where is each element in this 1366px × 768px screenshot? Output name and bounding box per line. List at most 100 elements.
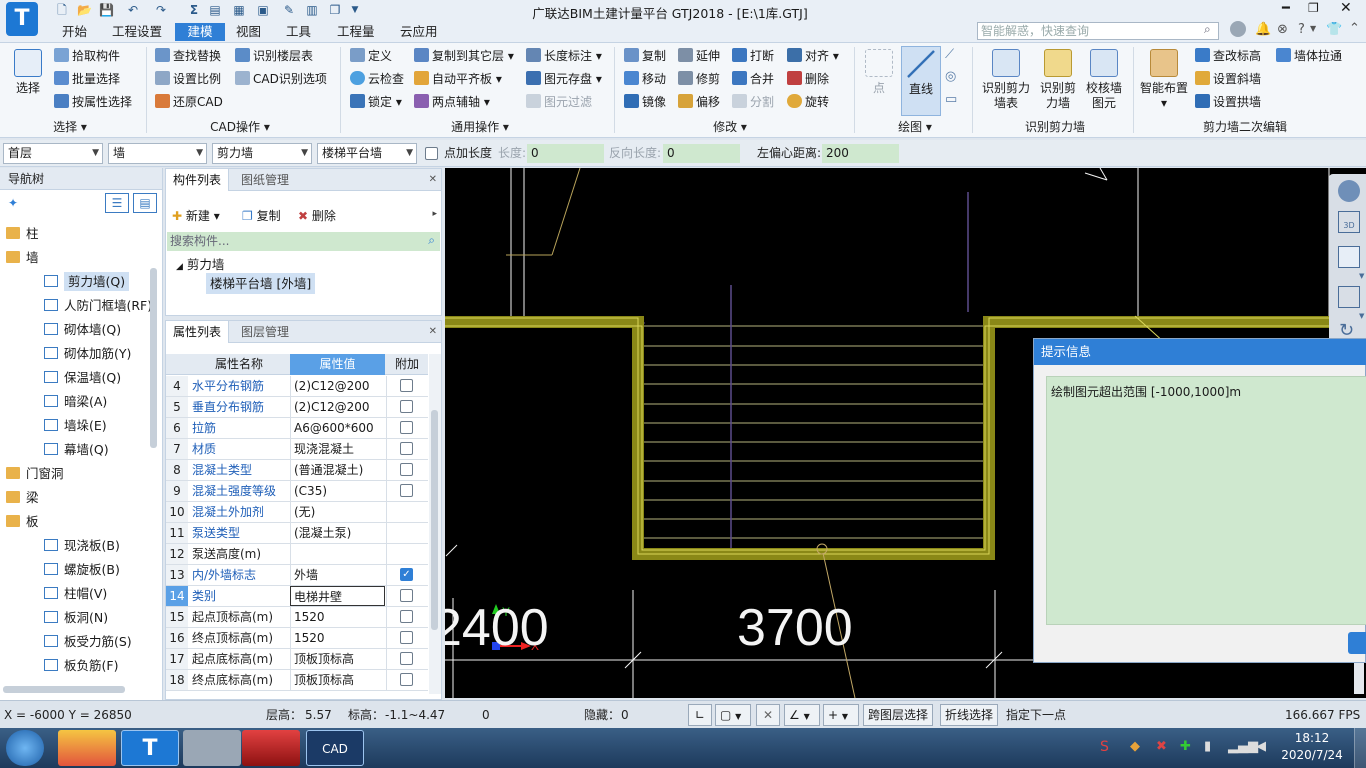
redo-icon[interactable]: ↷	[154, 3, 168, 17]
two-point-axis-button[interactable]: 两点辅轴 ▾	[414, 92, 490, 112]
table-row[interactable]: 11 泵送类型 (混凝土泵)	[166, 523, 428, 544]
reverse-length-field[interactable]: 0	[663, 144, 740, 163]
view-dropdown-icon[interactable]: ▼	[1359, 272, 1364, 280]
attribute-value[interactable]: (无)	[290, 502, 385, 522]
define-button[interactable]: 定义	[350, 46, 392, 66]
attribute-value[interactable]: 电梯井壁	[290, 586, 385, 606]
circle-tool-icon[interactable]: ◎	[945, 69, 956, 84]
taskbar-calculator-icon[interactable]	[183, 730, 241, 766]
break-button[interactable]: 打断	[732, 46, 774, 66]
subtype-select[interactable]: 剪力墙 ▼	[212, 143, 312, 164]
trim-button[interactable]: 修剪	[678, 69, 720, 89]
copy-component-button[interactable]: ❐ 复制	[242, 206, 281, 226]
tray-update-icon[interactable]: ✚	[1180, 739, 1191, 754]
table-row[interactable]: 5 垂直分布钢筋 (2)C12@200	[166, 397, 428, 418]
attr-scrollbar-thumb[interactable]	[431, 410, 438, 630]
recognize-floor-table-button[interactable]: 识别楼层表	[235, 46, 313, 66]
skin-icon[interactable]: 👕	[1326, 22, 1342, 37]
extra-checkbox[interactable]	[400, 673, 413, 686]
delete-component-button[interactable]: ✖ 删除	[298, 206, 336, 226]
nav-item[interactable]: 板受力筋(S)	[0, 630, 150, 654]
table-row[interactable]: 6 拉筋 A6@600*600	[166, 418, 428, 439]
minimize-button[interactable]: ━	[1282, 1, 1290, 16]
floor-select[interactable]: 首层 ▼	[3, 143, 103, 164]
start-button[interactable]	[6, 730, 44, 766]
select-by-attr-button[interactable]: 按属性选择	[54, 92, 132, 112]
offset-field[interactable]: 200	[822, 144, 899, 163]
table-row[interactable]: 13 内/外墙标志 外墙 ✓	[166, 565, 428, 586]
help-icon[interactable]: ?	[1298, 22, 1305, 37]
extend-button[interactable]: 延伸	[678, 46, 720, 66]
cloud-check-button[interactable]: 云检查	[350, 69, 404, 89]
menu-cloud[interactable]: 云应用	[392, 23, 446, 41]
dialog-ok-button[interactable]	[1348, 632, 1366, 654]
nav-item[interactable]: 人防门框墙(RF)	[0, 294, 152, 318]
copy-button[interactable]: 复制	[624, 46, 666, 66]
smart-layout-button[interactable]: 智能布置 ▾	[1138, 49, 1190, 111]
attribute-value[interactable]: 顶板顶标高	[290, 670, 385, 690]
delete-button[interactable]: 删除	[787, 69, 829, 89]
attribute-value[interactable]: 1520	[290, 607, 385, 627]
close-icon[interactable]: ✕	[429, 321, 437, 343]
set-slant-wall-button[interactable]: 设置斜墙	[1195, 69, 1261, 89]
show-desktop-button[interactable]	[1354, 728, 1366, 768]
set-arch-wall-button[interactable]: 设置拱墙	[1195, 92, 1261, 112]
attribute-value[interactable]: A6@600*600	[290, 418, 385, 438]
length-field[interactable]: 0	[527, 144, 604, 163]
attribute-value[interactable]: 1520	[290, 628, 385, 648]
menu-quantity[interactable]: 工程量	[329, 23, 383, 41]
taskbar-autocad-icon[interactable]	[242, 730, 300, 766]
quick-access-dropdown-icon[interactable]: ▼	[348, 3, 362, 17]
extra-checkbox[interactable]	[400, 484, 413, 497]
table-row[interactable]: 8 混凝土类型 (普通混凝土)	[166, 460, 428, 481]
3d-view-icon[interactable]: 3D	[1338, 211, 1360, 233]
set-scale-button[interactable]: 设置比例	[155, 69, 221, 89]
align-button[interactable]: 对齐 ▾	[787, 46, 839, 66]
extra-checkbox[interactable]	[400, 400, 413, 413]
edit-icon[interactable]: ✎	[282, 3, 296, 17]
bell-icon[interactable]: 🔔	[1255, 22, 1271, 37]
group-cad-label[interactable]: CAD操作 ▾	[190, 119, 290, 135]
extra-checkbox[interactable]: ✓	[400, 568, 413, 581]
nav-item[interactable]: 板负筋(F)	[0, 654, 150, 678]
group-select-label[interactable]: 选择 ▾	[30, 119, 110, 135]
cad-options-button[interactable]: CAD识别选项	[235, 69, 327, 89]
attribute-value[interactable]: 顶板顶标高	[290, 649, 385, 669]
nav-item[interactable]: 砌体加筋(Y)	[0, 342, 150, 366]
nav-item[interactable]: 梁	[0, 486, 150, 510]
nav-scrollbar[interactable]	[150, 268, 157, 448]
extra-checkbox[interactable]	[400, 652, 413, 665]
nav-item[interactable]: 螺旋板(B)	[0, 558, 150, 582]
close-icon[interactable]: ✕	[429, 169, 437, 191]
taskbar-cad-viewer-icon[interactable]: CAD	[306, 730, 364, 766]
dynamic-input-toggle[interactable]: ✕	[756, 704, 780, 726]
new-file-icon[interactable]: 🗋	[55, 3, 69, 17]
copy-icon[interactable]: ❐	[328, 3, 342, 17]
table-row[interactable]: 15 起点顶标高(m) 1520	[166, 607, 428, 628]
offset-button[interactable]: 偏移	[678, 92, 720, 112]
ribbon-collapse-icon[interactable]: ⌃	[1349, 21, 1360, 36]
extra-checkbox[interactable]	[400, 379, 413, 392]
extra-checkbox[interactable]	[400, 463, 413, 476]
pin-icon[interactable]: ✦	[8, 196, 18, 210]
nav-item[interactable]: 墙垛(E)	[0, 414, 150, 438]
angle-toggle[interactable]: ∠ ▼	[784, 704, 820, 726]
snap-toggle[interactable]: ▢ ▼	[715, 704, 751, 726]
recognize-wall-button[interactable]: 识别剪力墙	[1035, 49, 1081, 111]
attribute-value[interactable]	[290, 544, 385, 564]
extra-checkbox[interactable]	[400, 610, 413, 623]
nav-item[interactable]: 暗梁(A)	[0, 390, 150, 414]
type-select[interactable]: 墙 ▼	[108, 143, 207, 164]
taskbar-photos-icon[interactable]	[58, 730, 116, 766]
list-view-icon[interactable]: ☰	[105, 193, 129, 213]
attribute-value[interactable]: (2)C12@200	[290, 397, 385, 417]
tab-attribute-list[interactable]: 属性列表	[166, 321, 230, 343]
table-row[interactable]: 4 水平分布钢筋 (2)C12@200	[166, 376, 428, 397]
point-length-checkbox[interactable]	[425, 147, 438, 160]
top-view-icon[interactable]	[1338, 246, 1360, 268]
close-button[interactable]: ✕	[1340, 0, 1352, 16]
menu-start[interactable]: 开始	[54, 23, 95, 41]
tab-drawing-manage[interactable]: 图纸管理	[234, 169, 296, 191]
menu-view[interactable]: 视图	[228, 23, 269, 41]
rect-tool-icon[interactable]: ▭	[945, 92, 957, 107]
